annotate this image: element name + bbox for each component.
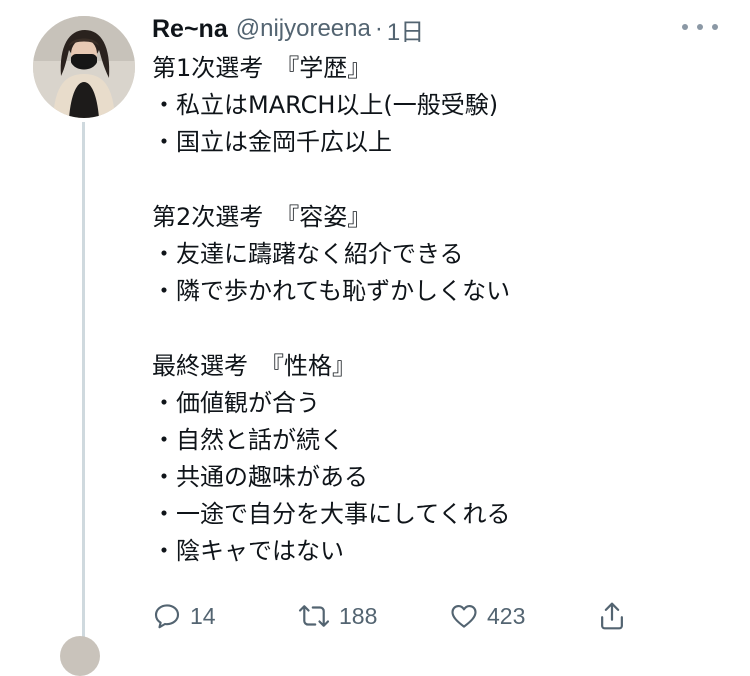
tweet-line: ・隣で歩かれても恥ずかしくない bbox=[152, 277, 511, 306]
more-dot bbox=[682, 24, 688, 30]
timestamp[interactable]: 1日 bbox=[387, 12, 424, 47]
like-count: 423 bbox=[487, 602, 526, 629]
tweet-line bbox=[152, 310, 722, 347]
reply-icon bbox=[154, 604, 180, 629]
tweet-line: ・友達に躊躇なく紹介できる bbox=[152, 239, 464, 268]
reply-count: 14 bbox=[190, 602, 216, 629]
tweet-line: 第1次選考 『学歴』 bbox=[152, 54, 372, 82]
avatar-photo bbox=[33, 16, 135, 118]
retweet-count: 188 bbox=[339, 602, 378, 629]
reply-button[interactable]: 14 bbox=[152, 598, 216, 634]
more-horizontal-icon[interactable] bbox=[682, 16, 718, 38]
heart-icon bbox=[451, 604, 477, 628]
tweet-line: ・国立は金岡千広以上 bbox=[152, 128, 392, 157]
tweet-line: 最終選考 『性格』 bbox=[152, 351, 356, 380]
tweet-header: Re~na @nijyoreena · 1日 bbox=[152, 12, 424, 46]
like-button[interactable]: 423 bbox=[449, 598, 525, 634]
share-button[interactable] bbox=[597, 598, 635, 634]
separator-dot: · bbox=[374, 15, 383, 42]
more-dot bbox=[712, 24, 718, 30]
more-dot bbox=[697, 24, 703, 30]
share-icon bbox=[601, 602, 623, 630]
next-tweet-avatar[interactable] bbox=[60, 636, 100, 676]
tweet-line: ・一途で自分を大事にしてくれる bbox=[152, 500, 511, 529]
tweet-text: 第1次選考 『学歴』 ・私立はMARCH以上(一般受験) ・国立は金岡千広以上 … bbox=[152, 50, 722, 571]
tweet-line: ・共通の趣味がある bbox=[152, 463, 368, 492]
tweet-line: ・自然と話が続く bbox=[152, 425, 344, 454]
retweet-icon bbox=[298, 605, 330, 627]
tweet-line: 第2次選考 『容姿』 bbox=[152, 202, 372, 231]
user-handle[interactable]: @nijyoreena bbox=[236, 15, 371, 43]
display-name[interactable]: Re~na bbox=[152, 15, 228, 44]
tweet-line: ・価値観が合う bbox=[152, 388, 320, 417]
thread-line bbox=[82, 122, 85, 642]
avatar[interactable] bbox=[33, 16, 135, 118]
tweet-line: ・陰キャではない bbox=[152, 537, 344, 566]
tweet-actions: 14 188 423 bbox=[152, 598, 642, 634]
retweet-button[interactable]: 188 bbox=[297, 598, 377, 634]
tweet-line: ・私立はMARCH以上(一般受験) bbox=[152, 91, 499, 120]
tweet-line bbox=[152, 162, 722, 199]
